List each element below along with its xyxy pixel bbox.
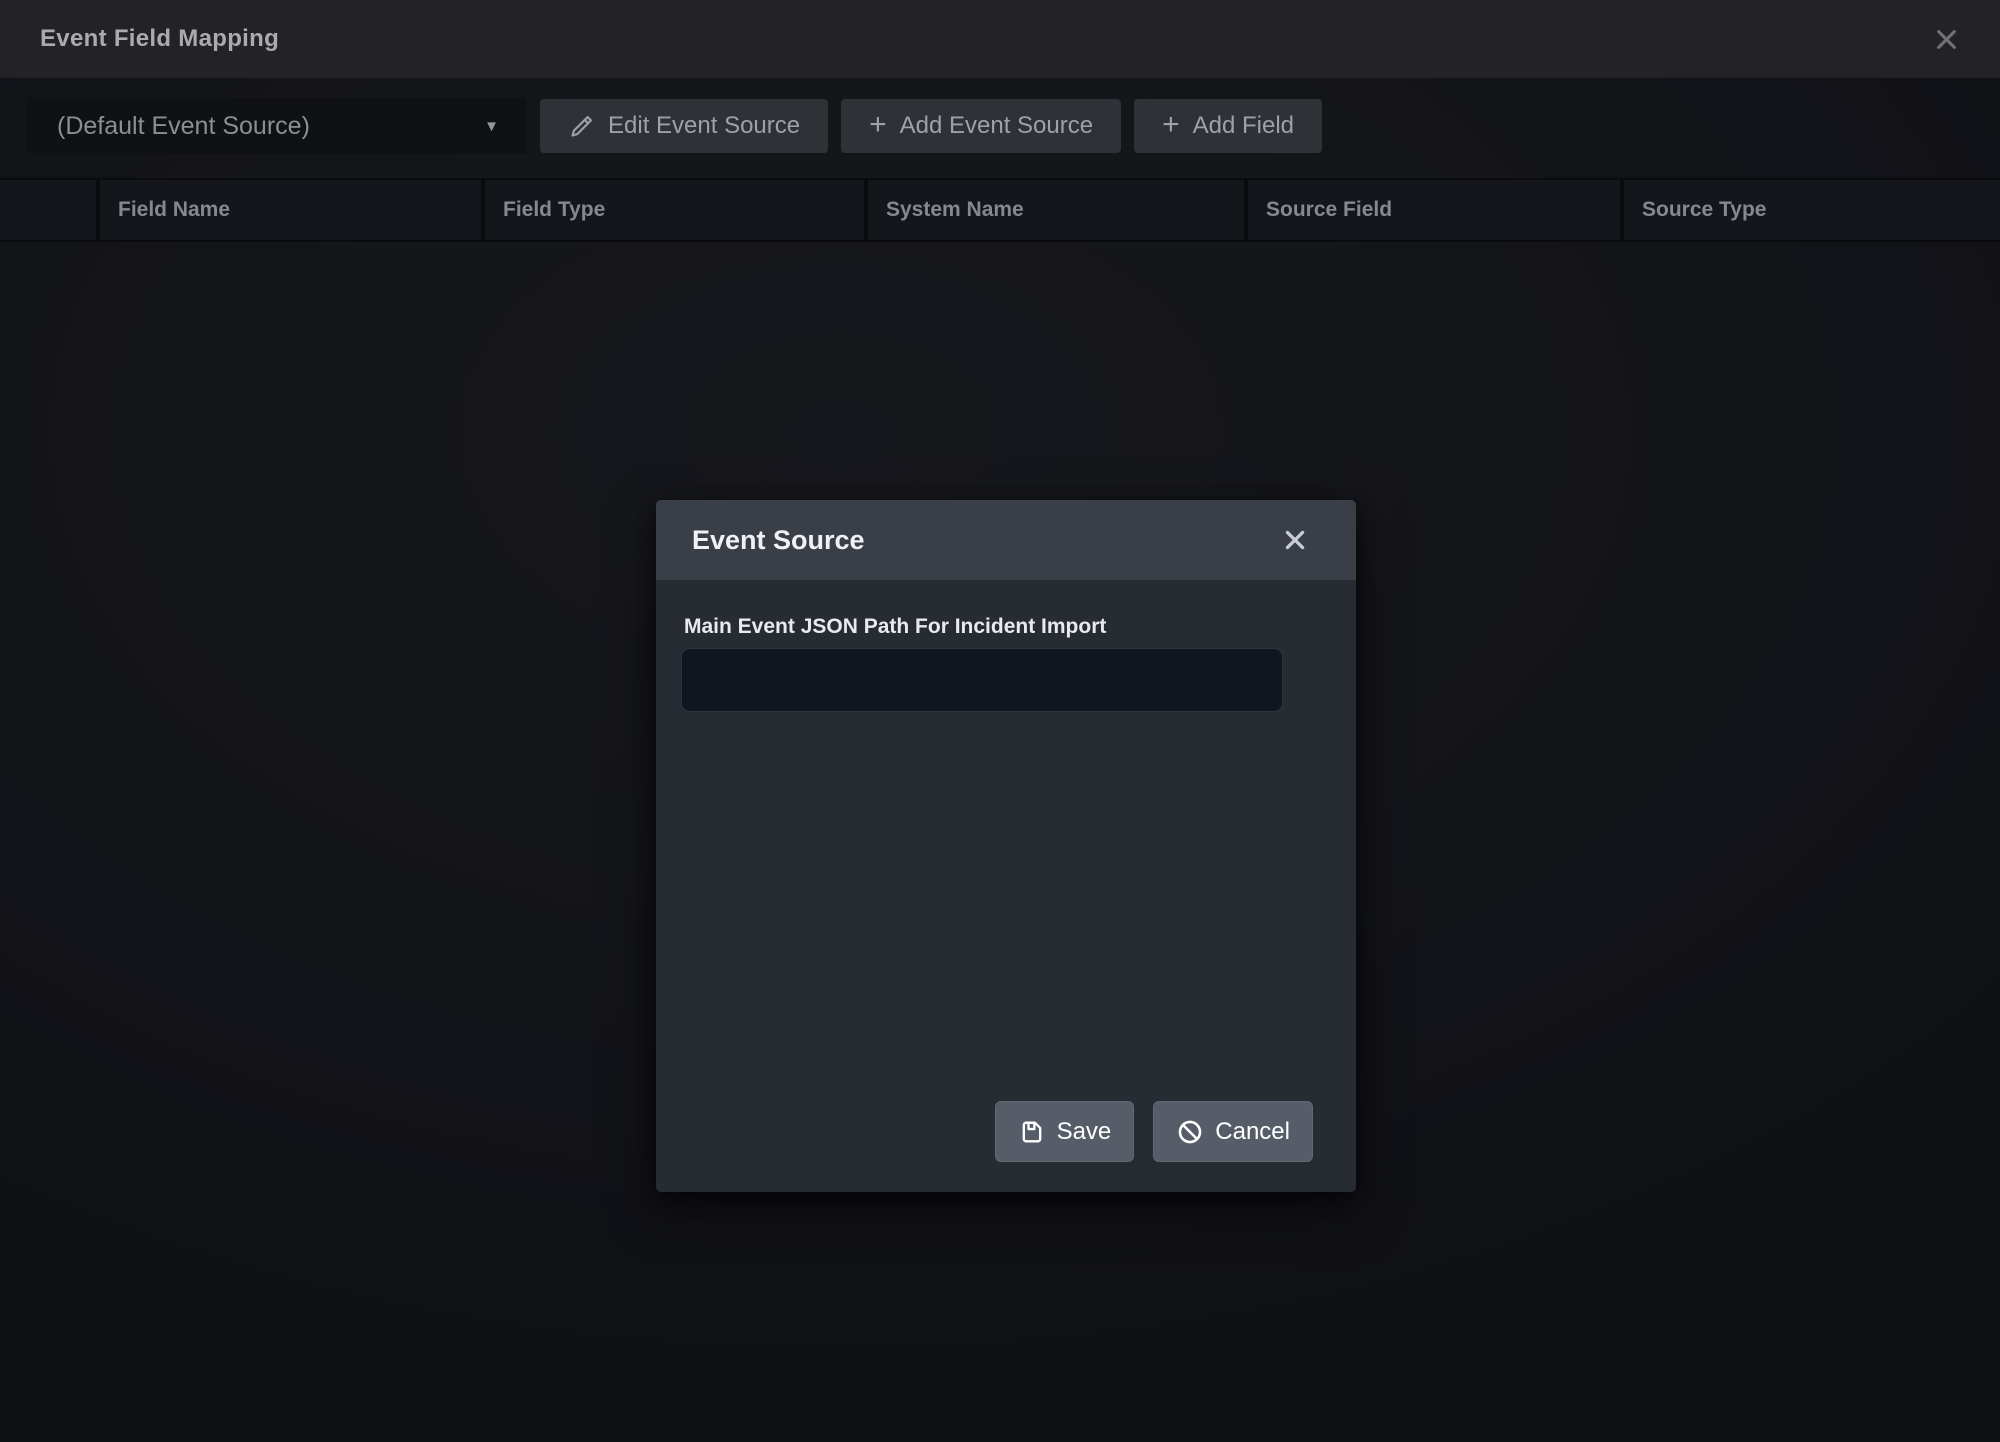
event-field-mapping-window: Event Field Mapping (Default Event Sourc… bbox=[0, 0, 2000, 1442]
add-field-label: Add Field bbox=[1193, 112, 1294, 140]
page-title: Event Field Mapping bbox=[40, 25, 279, 53]
event-source-modal: Event Source Main Event JSON Path For In… bbox=[656, 500, 1356, 1192]
event-source-select[interactable]: (Default Event Source) ▼ bbox=[26, 98, 527, 154]
column-header-source-type: Source Type bbox=[1624, 180, 2000, 240]
chevron-down-icon: ▼ bbox=[484, 118, 499, 135]
toolbar: (Default Event Source) ▼ Edit Event Sour… bbox=[0, 78, 2000, 154]
window-titlebar: Event Field Mapping bbox=[0, 0, 2000, 78]
save-label: Save bbox=[1057, 1118, 1112, 1146]
table-header-row: Field Name Field Type System Name Source… bbox=[0, 178, 2000, 242]
modal-title: Event Source bbox=[692, 525, 865, 556]
column-header-field-name: Field Name bbox=[100, 180, 481, 240]
save-button[interactable]: Save bbox=[995, 1101, 1135, 1162]
add-event-source-button[interactable]: + Add Event Source bbox=[841, 99, 1121, 153]
add-event-source-label: Add Event Source bbox=[900, 112, 1093, 140]
event-source-select-value: (Default Event Source) bbox=[57, 112, 310, 141]
save-icon bbox=[1018, 1118, 1046, 1146]
column-header-system-name: System Name bbox=[868, 180, 1244, 240]
modal-body: Main Event JSON Path For Incident Import bbox=[656, 580, 1356, 712]
modal-footer: Save Cancel bbox=[995, 1101, 1313, 1162]
plus-icon: + bbox=[869, 110, 887, 140]
json-path-label: Main Event JSON Path For Incident Import bbox=[684, 615, 1328, 639]
edit-event-source-label: Edit Event Source bbox=[608, 112, 800, 140]
column-header-source-field: Source Field bbox=[1248, 180, 1620, 240]
cancel-button[interactable]: Cancel bbox=[1153, 1101, 1313, 1162]
close-icon bbox=[1933, 26, 1960, 53]
modal-titlebar: Event Source bbox=[656, 500, 1356, 580]
plus-icon: + bbox=[1162, 110, 1180, 140]
pencil-icon bbox=[568, 113, 595, 140]
cancel-label: Cancel bbox=[1215, 1118, 1290, 1146]
close-icon bbox=[1282, 527, 1308, 553]
window-close-button[interactable] bbox=[1927, 20, 1966, 59]
column-header-field-type: Field Type bbox=[485, 180, 864, 240]
json-path-input[interactable] bbox=[681, 648, 1283, 712]
table-header-spacer bbox=[0, 180, 96, 240]
edit-event-source-button[interactable]: Edit Event Source bbox=[540, 99, 828, 153]
modal-close-button[interactable] bbox=[1276, 521, 1314, 559]
cancel-icon bbox=[1176, 1118, 1204, 1146]
add-field-button[interactable]: + Add Field bbox=[1134, 99, 1322, 153]
